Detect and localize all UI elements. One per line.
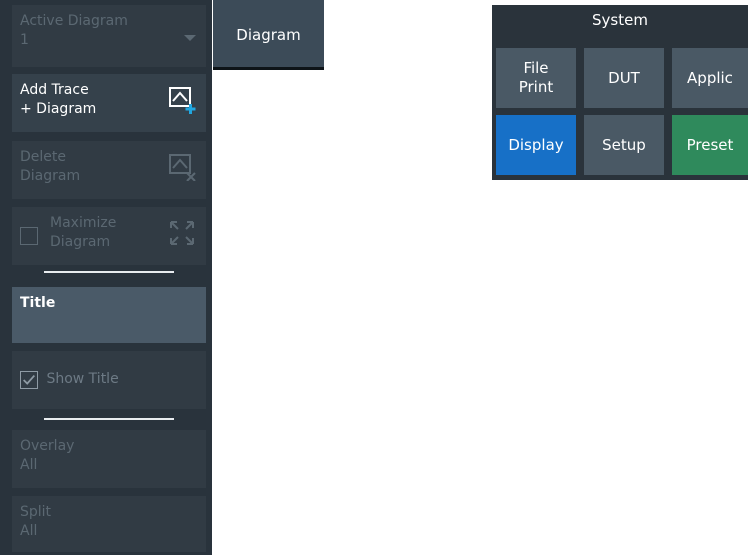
overlay-all-button[interactable]: Overlay All xyxy=(12,430,206,488)
split-line1: Split xyxy=(20,504,52,520)
dropdown-arrow-icon xyxy=(184,35,196,41)
maximize-checkbox[interactable] xyxy=(20,227,38,245)
tab-diagram-label: Diagram xyxy=(236,26,301,44)
setup-button[interactable]: Setup xyxy=(584,115,664,175)
file-print-button[interactable]: File Print xyxy=(496,48,576,108)
separator xyxy=(44,418,174,420)
show-title-label: Show Title xyxy=(46,371,119,387)
delete-diagram-button[interactable]: Delete Diagram xyxy=(12,141,206,199)
separator xyxy=(44,271,174,273)
active-diagram-label: Active Diagram xyxy=(20,13,128,29)
file-print-line2: Print xyxy=(518,78,554,96)
tab-diagram[interactable]: Diagram xyxy=(213,0,324,70)
system-panel: System File Print DUT Applic Display Set… xyxy=(492,5,748,180)
delete-diagram-icon xyxy=(169,154,196,181)
display-button[interactable]: Display xyxy=(496,115,576,175)
active-diagram-value: 1 xyxy=(20,32,29,48)
applic-label: Applic xyxy=(687,68,733,87)
dut-label: DUT xyxy=(608,68,640,87)
title-label: Title xyxy=(20,295,56,311)
show-title-checkbox[interactable] xyxy=(20,370,38,389)
title-button[interactable]: Title xyxy=(12,287,206,343)
setup-label: Setup xyxy=(602,135,646,154)
add-trace-diagram-button[interactable]: Add Trace + Diagram xyxy=(12,74,206,132)
checkmark-icon xyxy=(23,374,35,385)
file-print-line1: File xyxy=(523,59,549,77)
preset-button[interactable]: Preset xyxy=(672,115,748,175)
split-all-button[interactable]: Split All xyxy=(12,496,206,552)
maximize-diagram-toggle[interactable]: Maximize Diagram xyxy=(12,207,206,265)
overlay-line1: Overlay xyxy=(20,438,75,454)
left-softkey-panel: Active Diagram 1 Add Trace + Diagram Del… xyxy=(0,0,212,555)
active-diagram-selector[interactable]: Active Diagram 1 xyxy=(12,5,206,67)
show-title-toggle[interactable]: Show Title xyxy=(12,351,206,409)
display-label: Display xyxy=(508,135,564,154)
overlay-line2: All xyxy=(20,457,38,473)
preset-label: Preset xyxy=(686,135,734,154)
maximize-arrows-icon xyxy=(170,221,194,245)
applic-button[interactable]: Applic xyxy=(672,48,748,108)
add-diagram-icon xyxy=(169,87,196,114)
system-panel-title: System xyxy=(592,11,648,29)
split-line2: All xyxy=(20,523,38,539)
dut-button[interactable]: DUT xyxy=(584,48,664,108)
